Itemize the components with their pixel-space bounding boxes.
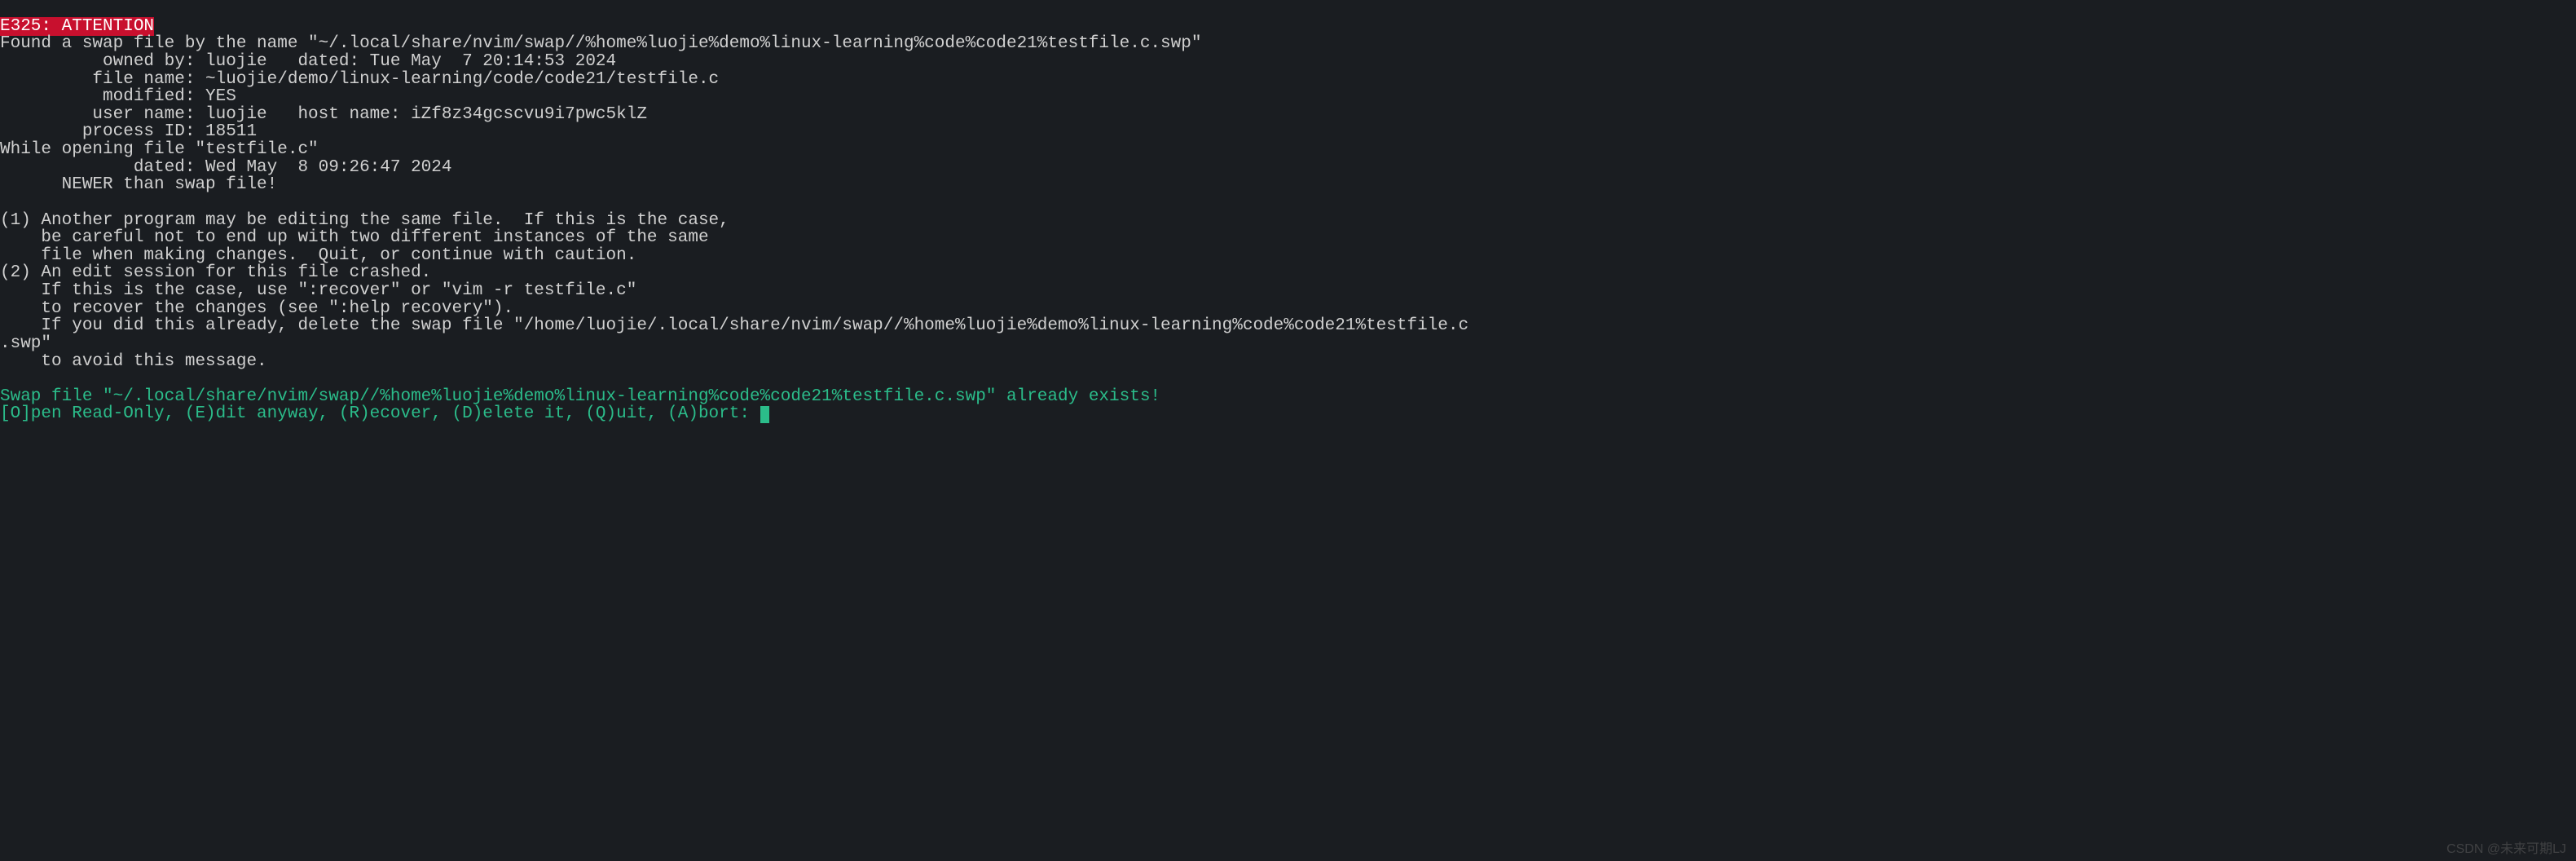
user-name-line: user name: luojie host name: iZf8z34gcsc… [0,105,647,124]
terminal-output: E325: ATTENTION Found a swap file by the… [0,0,2576,423]
process-id-line: process ID: 18511 [0,122,257,141]
file-name-line: file name: ~luojie/demo/linux-learning/c… [0,70,719,89]
action-prompt[interactable]: [O]pen Read-Only, (E)dit anyway, (R)ecov… [0,404,760,423]
while-opening-line: While opening file "testfile.c" [0,140,319,159]
swap-exists-line: Swap file "~/.local/share/nvim/swap//%ho… [0,387,1160,406]
option2-line5: .swp" [0,334,51,353]
newer-line: NEWER than swap file! [0,175,277,194]
option1-line2: be careful not to end up with two differ… [0,228,709,247]
option2-line3: to recover the changes (see ":help recov… [0,299,513,318]
terminal-cursor[interactable] [760,406,769,423]
modified-line: modified: YES [0,87,236,106]
option1-line3: file when making changes. Quit, or conti… [0,246,636,265]
option2-line1: (2) An edit session for this file crashe… [0,263,431,282]
error-code-header: E325: ATTENTION [0,17,154,36]
option2-line4: If you did this already, delete the swap… [0,316,1469,335]
option1-line1: (1) Another program may be editing the s… [0,211,729,230]
watermark-text: CSDN @未来可期LJ [2446,843,2566,856]
option2-line2: If this is the case, use ":recover" or "… [0,281,636,300]
option2-line6: to avoid this message. [0,352,267,371]
swap-found-line: Found a swap file by the name "~/.local/… [0,34,1201,53]
owned-by-line: owned by: luojie dated: Tue May 7 20:14:… [0,52,616,71]
dated-line: dated: Wed May 8 09:26:47 2024 [0,158,452,177]
